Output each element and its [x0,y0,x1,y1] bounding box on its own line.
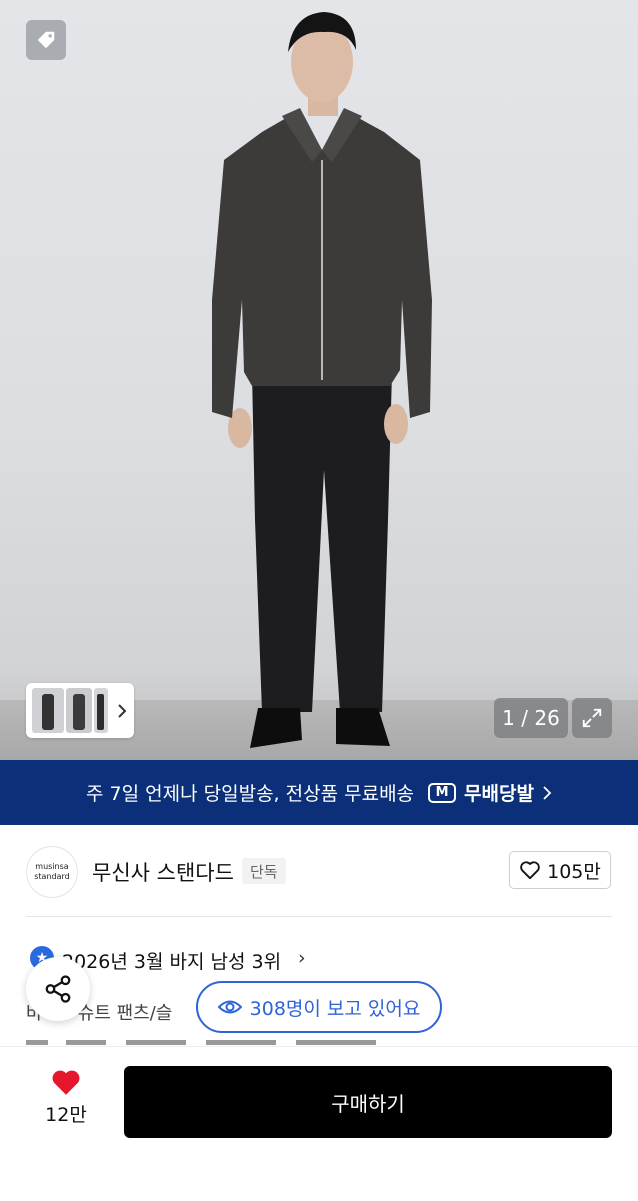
hand-right [384,404,408,444]
buy-button[interactable]: 구매하기 [124,1066,612,1138]
delivery-badge-icon: M [428,782,457,803]
expand-icon [582,708,602,728]
shoe-right [336,708,390,746]
ranking-chevron-icon[interactable]: › [298,947,306,969]
viewers-pill: 308명이 보고 있어요 [196,981,442,1033]
model-figure [212,12,432,748]
heart-outline-icon [520,861,540,880]
divider [26,916,612,917]
banner-text: 주 7일 언제나 당일발송, 전상품 무료배송 [86,783,415,805]
brand-like-button[interactable]: 105만 [509,851,611,889]
delivery-banner[interactable]: 주 7일 언제나 당일발송, 전상품 무료배송 M 무배당발 [0,760,638,825]
price-tag-icon [37,31,55,49]
brand-logo-line2: standard [34,872,70,881]
shoe-left [250,708,302,748]
thumbnail-strip[interactable] [26,683,134,738]
banner-fast-label: 무배당발 [464,783,534,805]
chevron-right-icon[interactable] [116,703,128,719]
pants [252,372,392,712]
brand-like-count: 105만 [547,860,601,883]
exclusive-badge: 단독 [242,858,286,884]
brand-logo-line1: musinsa [35,862,69,871]
favorite-button[interactable]: 12만 [30,1068,102,1127]
image-counter: 1 / 26 [494,698,568,738]
expand-button[interactable] [572,698,612,738]
price-tag-button[interactable] [26,20,66,60]
thumbnail-1[interactable] [32,688,64,733]
chevron-right-icon [543,785,552,800]
favorite-count: 12만 [45,1104,87,1126]
thumbnail-3[interactable] [94,688,108,733]
share-icon [45,975,71,1003]
heart-filled-icon [52,1070,80,1095]
brand-name[interactable]: 무신사 스탠다드 [92,857,234,887]
product-image[interactable]: 1 / 26 [0,0,638,760]
brand-logo[interactable]: musinsa standard [26,846,78,898]
viewers-text: 308명이 보고 있어요 [249,997,421,1020]
share-button[interactable] [26,957,90,1021]
eye-icon [217,1000,242,1014]
ranking-text[interactable]: 2026년 3월 바지 남성 3위 [62,947,281,974]
thumbnail-2[interactable] [66,688,92,733]
